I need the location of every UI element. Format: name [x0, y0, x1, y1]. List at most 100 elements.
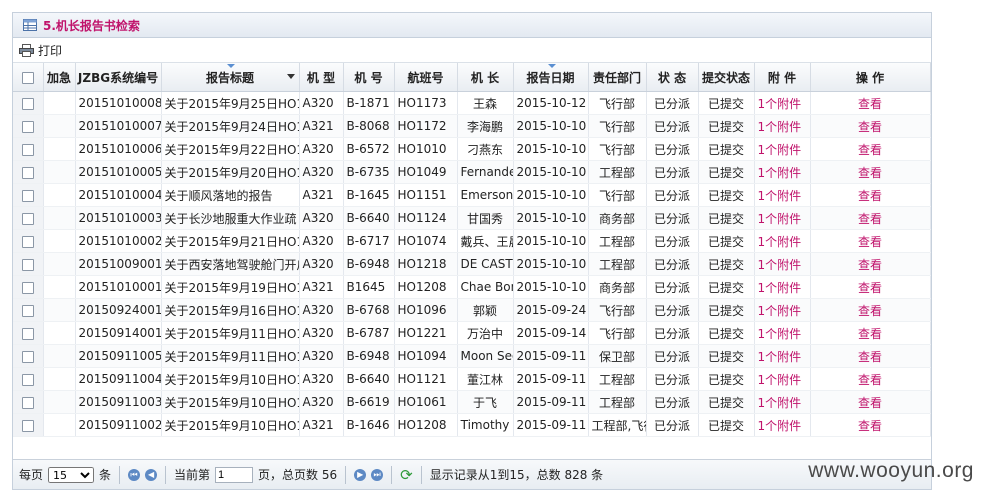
refresh-icon[interactable]: ⟳ [400, 466, 413, 484]
table-row[interactable]: 20150911003 关于2015年9月10日HO1 A320 B-6619 HO10… [13, 390, 931, 414]
row-checkbox[interactable] [13, 252, 44, 276]
row-checkbox[interactable] [13, 344, 44, 368]
attachment-link[interactable]: 1个附件 [754, 160, 811, 184]
attachment-link[interactable]: 1个附件 [754, 367, 811, 391]
view-link[interactable]: 查看 [810, 114, 931, 138]
row-select-checkbox[interactable] [21, 97, 34, 110]
table-row[interactable]: 20151010004 关于顺风落地的报告 A321 B-1645 HO1151 Emer… [13, 183, 931, 207]
attachment-link[interactable]: 1个附件 [754, 413, 811, 437]
attachment-link[interactable]: 1个附件 [754, 91, 811, 115]
row-select-checkbox[interactable] [21, 304, 34, 317]
attachment-link[interactable]: 1个附件 [754, 298, 811, 322]
column-menu-dropdown-icon[interactable] [286, 74, 295, 79]
row-checkbox[interactable] [13, 160, 44, 184]
table-row[interactable]: 20151010001 关于2015年9月19日HO1 A321 B1645 HO120… [13, 275, 931, 299]
col-action[interactable]: 操 作 [810, 63, 931, 92]
view-link[interactable]: 查看 [810, 91, 931, 115]
row-checkbox[interactable] [13, 137, 44, 161]
row-select-checkbox[interactable] [21, 419, 34, 432]
table-row[interactable]: 20150911005 关于2015年9月11日HO1 A320 B-6948 HO10… [13, 344, 931, 368]
col-urgent[interactable]: 加急 [43, 63, 76, 92]
first-page-icon[interactable]: ⏮ [128, 468, 141, 481]
row-checkbox[interactable] [13, 321, 44, 345]
row-select-checkbox[interactable] [21, 120, 34, 133]
col-attachment[interactable]: 附 件 [754, 63, 811, 92]
col-aircraft-type[interactable]: 机 型 [299, 63, 344, 92]
row-select-checkbox[interactable] [21, 327, 34, 340]
print-button[interactable]: 打印 [19, 42, 62, 59]
current-page-input[interactable] [215, 466, 254, 483]
row-checkbox[interactable] [13, 229, 44, 253]
col-status[interactable]: 状 态 [646, 63, 699, 92]
row-checkbox[interactable] [13, 206, 44, 230]
view-link[interactable]: 查看 [810, 252, 931, 276]
row-select-checkbox[interactable] [21, 189, 34, 202]
col-responsible-dept[interactable]: 责任部门 [588, 63, 647, 92]
last-page-icon[interactable]: ⏭ [371, 468, 384, 481]
row-checkbox[interactable] [13, 114, 44, 138]
prev-page-icon[interactable]: ◀ [145, 468, 158, 481]
view-link[interactable]: 查看 [810, 390, 931, 414]
view-link[interactable]: 查看 [810, 137, 931, 161]
row-checkbox[interactable] [13, 183, 44, 207]
col-report-title[interactable]: 报告标题 [161, 63, 300, 92]
view-link[interactable]: 查看 [810, 344, 931, 368]
row-checkbox[interactable] [13, 275, 44, 299]
table-row[interactable]: 20151009001 关于西安落地驾驶舱门开启 A320 B-6948 HO1218 D… [13, 252, 931, 276]
table-row[interactable]: 20150924001 关于2015年9月16日HO1 A320 B-6768 HO10… [13, 298, 931, 322]
attachment-link[interactable]: 1个附件 [754, 206, 811, 230]
attachment-link[interactable]: 1个附件 [754, 252, 811, 276]
row-select-checkbox[interactable] [21, 281, 34, 294]
row-select-checkbox[interactable] [21, 373, 34, 386]
col-registration[interactable]: 机 号 [343, 63, 395, 92]
view-link[interactable]: 查看 [810, 183, 931, 207]
attachment-link[interactable]: 1个附件 [754, 229, 811, 253]
view-link[interactable]: 查看 [810, 160, 931, 184]
attachment-link[interactable]: 1个附件 [754, 344, 811, 368]
table-row[interactable]: 20151010007 关于2015年9月24日HO1 A321 B-8068 HO11… [13, 114, 931, 138]
table-row[interactable]: 20151010002 关于2015年9月21日HO1 A320 B-6717 HO10… [13, 229, 931, 253]
view-link[interactable]: 查看 [810, 298, 931, 322]
table-row[interactable]: 20151010008 关于2015年9月25日HO1 A320 B-1871 HO11… [13, 91, 931, 115]
attachment-link[interactable]: 1个附件 [754, 137, 811, 161]
row-select-checkbox[interactable] [21, 212, 34, 225]
attachment-link[interactable]: 1个附件 [754, 183, 811, 207]
per-page-select[interactable]: 15 [48, 466, 95, 483]
table-row[interactable]: 20150914001 关于2015年9月11日HO1 A320 B-6787 HO12… [13, 321, 931, 345]
col-system-id[interactable]: JZBG系统编号 [75, 63, 162, 92]
table-row[interactable]: 20151010003 关于长沙地服重大作业疏 A320 B-6640 HO1124 甘国… [13, 206, 931, 230]
select-all-header[interactable] [13, 63, 44, 92]
attachment-link[interactable]: 1个附件 [754, 275, 811, 299]
row-select-checkbox[interactable] [21, 166, 34, 179]
table-row[interactable]: 20150911002 关于2015年9月10日HO1 A321 B-1646 HO12… [13, 413, 931, 437]
row-select-checkbox[interactable] [21, 350, 34, 363]
view-link[interactable]: 查看 [810, 206, 931, 230]
view-link[interactable]: 查看 [810, 229, 931, 253]
col-captain[interactable]: 机 长 [457, 63, 514, 92]
row-checkbox[interactable] [13, 298, 44, 322]
registration-cell: B-6948 [343, 344, 395, 368]
next-page-icon[interactable]: ▶ [354, 468, 367, 481]
row-checkbox[interactable] [13, 367, 44, 391]
attachment-link[interactable]: 1个附件 [754, 321, 811, 345]
table-row[interactable]: 20151010006 关于2015年9月22日HO1 A320 B-6572 HO10… [13, 137, 931, 161]
view-link[interactable]: 查看 [810, 321, 931, 345]
attachment-link[interactable]: 1个附件 [754, 390, 811, 414]
row-select-checkbox[interactable] [21, 396, 34, 409]
row-select-checkbox[interactable] [21, 143, 34, 156]
row-select-checkbox[interactable] [21, 235, 34, 248]
table-row[interactable]: 20150911004 关于2015年9月10日HO1 A320 B-6640 HO11… [13, 367, 931, 391]
view-link[interactable]: 查看 [810, 367, 931, 391]
row-checkbox[interactable] [13, 413, 44, 437]
col-submit-status[interactable]: 提交状态 [698, 63, 755, 92]
row-checkbox[interactable] [13, 91, 44, 115]
select-all-checkbox[interactable] [21, 71, 34, 84]
row-checkbox[interactable] [13, 390, 44, 414]
col-report-date[interactable]: 报告日期 [513, 63, 589, 92]
attachment-link[interactable]: 1个附件 [754, 114, 811, 138]
view-link[interactable]: 查看 [810, 413, 931, 437]
view-link[interactable]: 查看 [810, 275, 931, 299]
col-flight-no[interactable]: 航班号 [394, 63, 458, 92]
row-select-checkbox[interactable] [21, 258, 34, 271]
table-row[interactable]: 20151010005 关于2015年9月20日HO1 A320 B-6735 HO10… [13, 160, 931, 184]
